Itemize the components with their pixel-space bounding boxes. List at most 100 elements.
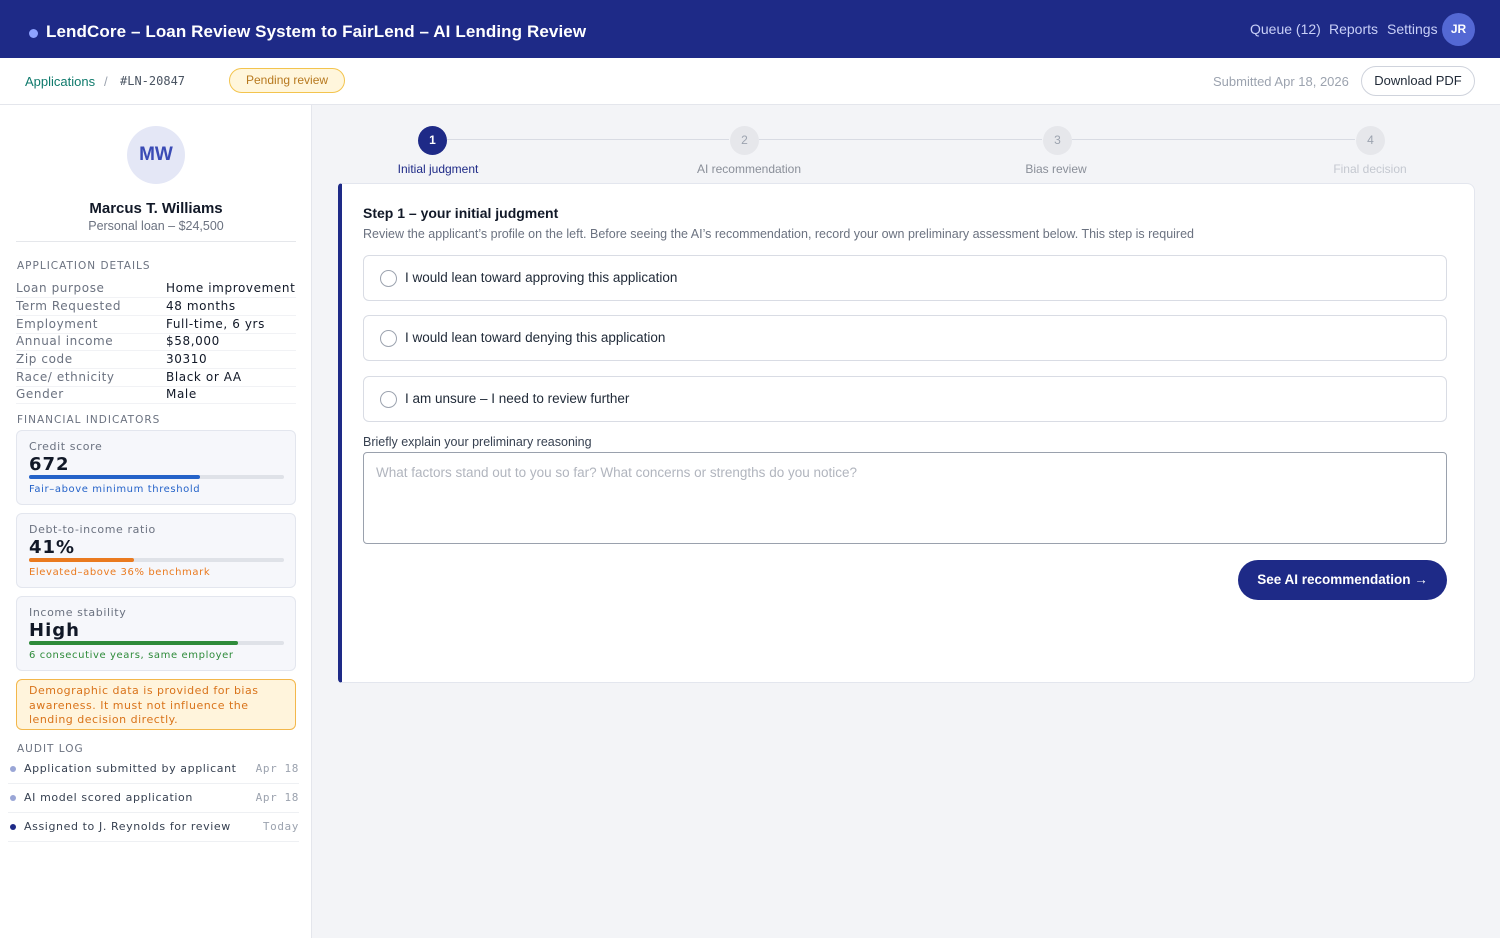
audit-log-row: Assigned to J. Reynolds for review Today	[8, 818, 299, 842]
step-4-indicator[interactable]: 4	[1356, 126, 1385, 155]
detail-key: Term Requested	[16, 299, 122, 313]
breadcrumb-applications[interactable]: Applications	[25, 74, 95, 89]
step-3-label: Bias review	[1025, 162, 1087, 176]
step-2-label: AI recommendation	[696, 162, 802, 176]
indicator-value: 41%	[29, 537, 76, 558]
option-unsure[interactable]: I am unsure – I need to review further	[363, 376, 1447, 422]
audit-bullet-icon	[10, 824, 16, 830]
detail-value: 48 months	[166, 299, 236, 313]
option-label: I would lean toward approving this appli…	[405, 270, 678, 285]
detail-row: Gender Male	[16, 386, 296, 404]
radio-button[interactable]	[380, 391, 397, 408]
detail-key: Gender	[16, 387, 64, 401]
indicator-note: Elevated–above 36% benchmark	[29, 567, 211, 578]
audit-text: Application submitted by applicant	[24, 762, 237, 775]
reasoning-textarea[interactable]	[363, 452, 1447, 544]
option-approve[interactable]: I would lean toward approving this appli…	[363, 255, 1447, 301]
audit-text: Assigned to J. Reynolds for review	[24, 820, 231, 833]
step-2-indicator[interactable]: 2	[730, 126, 759, 155]
detail-row: Annual income $58,000	[16, 333, 296, 351]
radio-button[interactable]	[380, 270, 397, 287]
detail-value: Black or AA	[166, 370, 242, 384]
indicator-value: 672	[29, 454, 70, 475]
divider	[16, 241, 296, 242]
detail-value: Full-time, 6 yrs	[166, 317, 265, 331]
applicant-loan-summary: Personal loan – $24,500	[88, 219, 224, 233]
detail-key: Zip code	[16, 352, 73, 366]
detail-key: Race/ ethnicity	[16, 370, 115, 384]
audit-bullet-icon	[10, 795, 16, 801]
audit-log-heading: AUDIT LOG	[17, 743, 84, 755]
download-pdf-button[interactable]: Download PDF	[1361, 66, 1475, 96]
indicator-label: Income stability	[29, 606, 127, 619]
detail-value: Male	[166, 387, 197, 401]
step-1-label: Initial judgment	[397, 162, 479, 176]
step-1-indicator[interactable]: 1	[418, 126, 447, 155]
indicator-bar-fill	[29, 558, 134, 562]
detail-row: Race/ ethnicity Black or AA	[16, 369, 296, 387]
detail-row: Employment Full-time, 6 yrs	[16, 316, 296, 334]
stepper-connector	[447, 139, 729, 140]
debt-to-income-card: Debt-to-income ratio 41% Elevated–above …	[16, 513, 296, 588]
audit-date: Apr 18	[255, 762, 299, 775]
nav-reports[interactable]: Reports	[1329, 21, 1378, 37]
step-4-label: Final decision	[1333, 162, 1407, 176]
indicator-note: Fair–above minimum threshold	[29, 484, 201, 495]
audit-date: Apr 18	[255, 791, 299, 804]
applicant-avatar: MW	[127, 126, 185, 184]
income-stability-card: Income stability High 6 consecutive year…	[16, 596, 296, 671]
audit-log-row: Application submitted by applicant Apr 1…	[8, 760, 299, 784]
detail-key: Loan purpose	[16, 281, 105, 295]
detail-value: Home improvement	[166, 281, 296, 295]
indicator-bar-track	[29, 475, 284, 479]
sub-header: Applications / #LN-20847 Pending review …	[0, 58, 1500, 105]
step-3-indicator[interactable]: 3	[1043, 126, 1072, 155]
reasoning-label: Briefly explain your preliminary reasoni…	[363, 435, 592, 449]
top-bar: LendCore – Loan Review System to FairLen…	[0, 0, 1500, 58]
card-title: Step 1 – your initial judgment	[363, 205, 559, 221]
option-label: I would lean toward denying this applica…	[405, 330, 666, 345]
demographic-warning: Demographic data is provided for bias aw…	[16, 679, 296, 730]
indicator-label: Credit score	[29, 440, 103, 453]
status-badge: Pending review	[229, 68, 346, 93]
indicator-bar-fill	[29, 641, 239, 645]
application-id: #LN-20847	[120, 74, 186, 88]
audit-log-row: AI model scored application Apr 18	[8, 789, 299, 813]
card-description: Review the applicant’s profile on the le…	[363, 227, 1194, 241]
indicator-label: Debt-to-income ratio	[29, 523, 156, 536]
radio-button[interactable]	[380, 330, 397, 347]
stepper-connector	[759, 139, 1042, 140]
breadcrumb-separator: /	[104, 74, 108, 89]
audit-bullet-icon	[10, 766, 16, 772]
audit-date: Today	[262, 820, 299, 833]
indicator-bar-track	[29, 641, 284, 645]
indicator-note: 6 consecutive years, same employer	[29, 650, 234, 661]
detail-key: Annual income	[16, 334, 114, 348]
detail-value: $58,000	[166, 334, 220, 348]
detail-row: Loan purpose Home improvement	[16, 280, 296, 298]
audit-text: AI model scored application	[24, 791, 193, 804]
stepper-connector	[1072, 139, 1355, 140]
nav-queue[interactable]: Queue (12)	[1250, 21, 1321, 37]
option-deny[interactable]: I would lean toward denying this applica…	[363, 315, 1447, 361]
option-label: I am unsure – I need to review further	[405, 391, 630, 406]
detail-value: 30310	[166, 352, 208, 366]
initial-judgment-card: Step 1 – your initial judgment Review th…	[338, 183, 1475, 683]
see-ai-recommendation-button[interactable]: See AI recommendation →	[1238, 560, 1447, 600]
detail-row: Zip code 30310	[16, 351, 296, 369]
app-title: LendCore – Loan Review System to FairLen…	[46, 22, 587, 41]
indicator-bar-track	[29, 558, 284, 562]
detail-row: Term Requested 48 months	[16, 298, 296, 316]
submitted-date: Submitted Apr 18, 2026	[1213, 74, 1349, 89]
indicator-bar-fill	[29, 475, 200, 479]
indicator-value: High	[29, 620, 80, 641]
applicant-sidebar: MW Marcus T. Williams Personal loan – $2…	[0, 105, 312, 938]
detail-key: Employment	[16, 317, 99, 331]
financial-indicators-heading: FINANCIAL INDICATORS	[17, 414, 161, 426]
user-avatar[interactable]: JR	[1442, 13, 1475, 46]
nav-settings[interactable]: Settings	[1387, 21, 1438, 37]
status-dot-icon	[29, 29, 38, 38]
applicant-name: Marcus T. Williams	[89, 200, 223, 217]
application-details-heading: APPLICATION DETAILS	[17, 260, 151, 272]
credit-score-card: Credit score 672 Fair–above minimum thre…	[16, 430, 296, 505]
